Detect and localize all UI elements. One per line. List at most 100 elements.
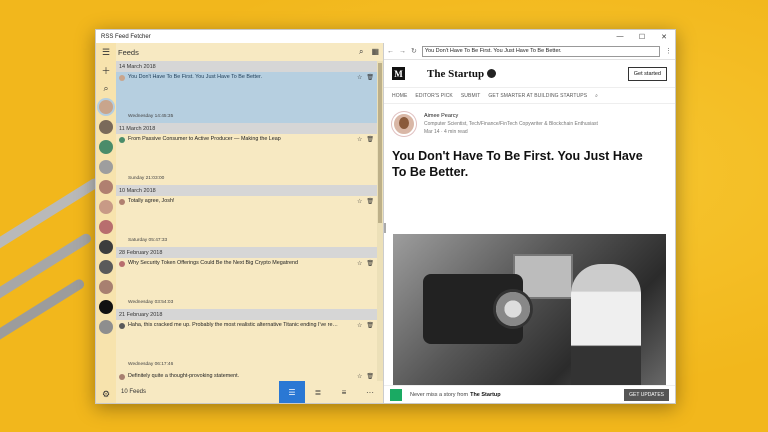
star-icon[interactable]: ☆: [357, 373, 362, 380]
url-field[interactable]: You Don't Have To Be First. You Just Hav…: [421, 45, 660, 57]
feed-avatar[interactable]: [99, 320, 113, 334]
search-icon[interactable]: ⌕: [96, 79, 116, 97]
sort-button[interactable]: ≡: [331, 381, 357, 403]
author-mini-avatar: [119, 261, 125, 267]
author-mini-avatar: [119, 137, 125, 143]
feed-item-time: Wednesday 14:45:35: [128, 114, 174, 119]
scrollbar-thumb[interactable]: [378, 63, 382, 223]
feed-item-title: From Passive Consumer to Active Producer…: [128, 136, 281, 142]
feed-item[interactable]: Why Security Token Offerings Could Be th…: [116, 258, 377, 309]
date-group-header: 11 March 2018: [116, 123, 377, 134]
feed-item[interactable]: Haha, this cracked me up. Probably the m…: [116, 320, 377, 371]
feed-avatar[interactable]: [99, 300, 113, 314]
promo-brand: The Startup: [470, 391, 501, 398]
star-icon[interactable]: ☆: [357, 136, 362, 143]
hero-image-lens: [493, 289, 533, 329]
back-arrow-icon[interactable]: ←: [387, 48, 394, 55]
author-name[interactable]: Aimee Pearcy: [424, 112, 598, 120]
feed-avatar[interactable]: [99, 220, 113, 234]
web-page: M The Startup Get started HOME EDITOR'S P…: [384, 60, 675, 403]
feeds-title: Feeds: [118, 47, 139, 57]
site-menu-item[interactable]: HOME: [392, 93, 407, 99]
feed-item[interactable]: Totally agree, Josh! ☆ 🗑 Saturday 05:47:33: [116, 196, 377, 247]
feed-item-time: Saturday 05:47:33: [128, 238, 168, 243]
feed-avatar[interactable]: [99, 280, 113, 294]
compact-view-button[interactable]: ≣: [305, 381, 331, 403]
feed-avatar[interactable]: [99, 180, 113, 194]
site-menu-item[interactable]: EDITOR'S PICK: [415, 93, 452, 99]
delete-icon[interactable]: 🗑: [366, 198, 374, 205]
delete-icon[interactable]: 🗑: [366, 322, 374, 329]
feed-scrollbar[interactable]: [377, 61, 383, 381]
feed-avatar[interactable]: [99, 200, 113, 214]
feed-pane: Feeds ⌕ ▦ 14 March 2018 You Don't Have To…: [116, 43, 384, 403]
calendar-icon[interactable]: ▦: [371, 47, 379, 57]
promo-bar: Never miss a story from The Startup GET …: [384, 385, 675, 403]
feed-item-time: Sunday 21:03:00: [128, 176, 165, 181]
feed-item-title: Why Security Token Offerings Could Be th…: [128, 260, 298, 266]
delete-icon[interactable]: 🗑: [366, 74, 374, 81]
star-icon[interactable]: ☆: [357, 198, 362, 205]
feed-item-time: Wednesday 03:54:03: [128, 300, 174, 305]
maximize-button[interactable]: ☐: [631, 30, 653, 43]
delete-icon[interactable]: 🗑: [366, 373, 374, 380]
window-title: RSS Feed Fetcher: [101, 33, 151, 40]
medium-logo[interactable]: M: [392, 67, 405, 80]
add-feed-icon[interactable]: ＋: [96, 61, 116, 79]
get-started-button[interactable]: Get started: [627, 66, 667, 81]
rocket-icon: [487, 69, 497, 78]
get-updates-button[interactable]: GET UPDATES: [624, 388, 669, 401]
publication-brand[interactable]: The Startup: [427, 68, 497, 80]
feed-item-title: Definitely quite a thought-provoking sta…: [128, 373, 240, 379]
feed-avatar[interactable]: [99, 140, 113, 154]
star-icon[interactable]: ☆: [357, 322, 362, 329]
search-icon[interactable]: ⌕: [359, 47, 363, 57]
feed-item-title: Haha, this cracked me up. Probably the m…: [128, 322, 338, 328]
close-button[interactable]: ✕: [653, 30, 675, 43]
hero-image-person: [571, 264, 641, 399]
window-controls: — ☐ ✕: [609, 30, 675, 43]
date-group-header: 21 February 2018: [116, 309, 377, 320]
feed-avatar[interactable]: [99, 160, 113, 174]
site-menu-item[interactable]: GET SMARTER AT BUILDING STARTUPS: [488, 93, 587, 99]
app-window: RSS Feed Fetcher — ☐ ✕ ☰ ＋ ⌕ ⚙ Feeds ⌕ ▦…: [95, 29, 676, 404]
delete-icon[interactable]: 🗑: [366, 136, 374, 143]
feed-header: Feeds ⌕ ▦: [116, 43, 383, 61]
more-options-icon[interactable]: ⋮: [665, 47, 672, 55]
refresh-icon[interactable]: ↻: [411, 47, 417, 55]
author-block: Aimee Pearcy Computer Scientist, Tech/Fi…: [384, 104, 675, 138]
feed-avatar[interactable]: [99, 120, 113, 134]
delete-icon[interactable]: 🗑: [366, 260, 374, 267]
title-bar: RSS Feed Fetcher — ☐ ✕: [96, 30, 675, 43]
feed-avatar[interactable]: [99, 260, 113, 274]
feed-avatar[interactable]: [99, 100, 113, 114]
feed-count: 10 Feeds: [121, 389, 147, 395]
promo-text: Never miss a story from: [410, 391, 469, 398]
site-menu-item[interactable]: SUBMIT: [461, 93, 481, 99]
date-group-header: 14 March 2018: [116, 61, 377, 72]
author-avatar[interactable]: [392, 112, 416, 136]
star-icon[interactable]: ☆: [357, 74, 362, 81]
more-button[interactable]: ···: [357, 381, 383, 403]
date-group-header: 10 March 2018: [116, 185, 377, 196]
app-body: ☰ ＋ ⌕ ⚙ Feeds ⌕ ▦ 14 March 2018 You Don't…: [96, 43, 675, 403]
author-bio: Computer Scientist, Tech/Finance/FinTech…: [424, 121, 598, 127]
minimize-button[interactable]: —: [609, 30, 631, 43]
search-icon[interactable]: ⌕: [595, 93, 598, 99]
feed-list: 14 March 2018 You Don't Have To Be First.…: [116, 61, 377, 381]
feed-rail: ☰ ＋ ⌕ ⚙: [96, 43, 116, 403]
star-icon[interactable]: ☆: [357, 260, 362, 267]
feed-item[interactable]: You Don't Have To Be First. You Just Hav…: [116, 72, 377, 123]
author-mini-avatar: [119, 323, 125, 329]
list-view-button[interactable]: ☰: [279, 381, 305, 403]
hamburger-menu-icon[interactable]: ☰: [96, 43, 116, 61]
feed-avatar[interactable]: [99, 240, 113, 254]
feed-item[interactable]: From Passive Consumer to Active Producer…: [116, 134, 377, 185]
settings-gear-icon[interactable]: ⚙: [96, 385, 116, 403]
forward-arrow-icon[interactable]: →: [399, 48, 406, 55]
article-headline: You Don't Have To Be First. You Just Hav…: [392, 149, 643, 179]
author-mini-avatar: [119, 374, 125, 380]
author-mini-avatar: [119, 75, 125, 81]
feed-item[interactable]: Definitely quite a thought-provoking sta…: [116, 371, 377, 381]
date-group-header: 28 February 2018: [116, 247, 377, 258]
